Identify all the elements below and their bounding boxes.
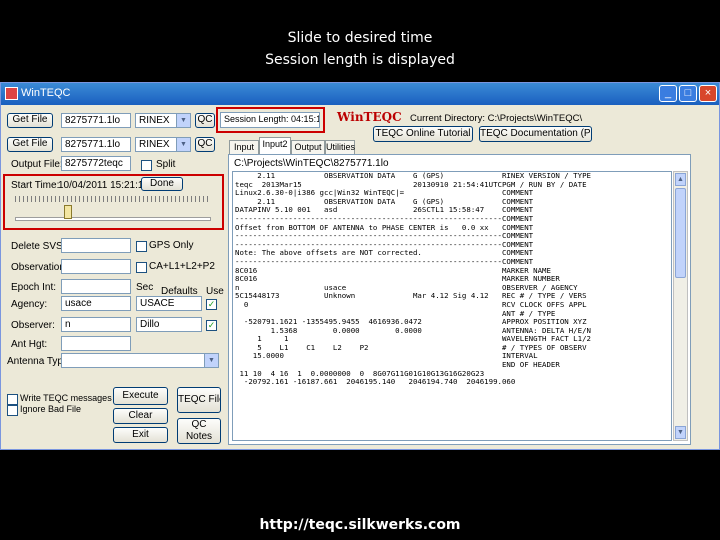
split-label: Split [156, 159, 176, 170]
clear-button[interactable]: Clear [113, 408, 168, 424]
exit-button[interactable]: Exit [113, 427, 168, 443]
tab-output[interactable]: Output [291, 140, 325, 154]
antenna-type-label: Antenna Type [7, 356, 69, 367]
observations-checkbox[interactable] [136, 262, 147, 273]
ant-hgt-field[interactable] [61, 336, 131, 351]
qc-button-2[interactable]: QC [195, 137, 215, 152]
scrollbar-thumb[interactable] [675, 188, 686, 278]
get-file-path-field[interactable]: 8275771.1lo [61, 113, 131, 128]
start-time-value: 10/04/2011 15:21:15 [58, 180, 150, 191]
observer-use-checkbox[interactable]: ✓ [206, 320, 217, 331]
l1l2-label: CA+L1+L2+P2 [149, 261, 215, 272]
footer-url[interactable]: http://teqc.silkwerks.com [0, 517, 720, 533]
write-teqc-label: Write TEQC messages [20, 393, 112, 403]
agency-default-field[interactable]: USACE [136, 296, 202, 311]
execute-button[interactable]: Execute [113, 387, 168, 405]
maximize-button[interactable]: □ [679, 85, 697, 102]
vertical-scrollbar[interactable]: ▲ ▼ [673, 171, 688, 441]
title-bar: WinTEQC _ □ × [1, 83, 719, 105]
qc-button-1[interactable]: QC [195, 113, 215, 128]
get-file-format-select[interactable]: RINEX ▼ [135, 113, 191, 128]
slider-ticks [15, 196, 211, 202]
output-file-label: Output File: [11, 159, 63, 170]
get-file2-format-value: RINEX [139, 139, 170, 150]
sec-label: Sec [136, 282, 154, 293]
documentation-button[interactable]: TEQC Documentation (PDF) [479, 126, 592, 142]
get-file2-format-select[interactable]: RINEX ▼ [135, 137, 191, 152]
output-file-field[interactable]: 8275772teqc [61, 156, 131, 171]
observations-field[interactable] [61, 259, 131, 274]
chevron-down-icon: ▼ [176, 138, 190, 151]
observer-label: Observer: [11, 320, 55, 331]
agency-use-checkbox[interactable]: ✓ [206, 299, 217, 310]
done-button[interactable]: Done [141, 177, 183, 191]
delete-svs-field[interactable] [61, 238, 131, 253]
ignore-bad-label: Ignore Bad File [20, 404, 82, 414]
tab-input2[interactable]: Input2 [259, 137, 291, 154]
teqc-file-button[interactable]: TEQC File [177, 387, 221, 413]
observer-field[interactable]: n [61, 317, 131, 332]
start-time-label: Start Time: [11, 180, 60, 191]
app-icon [5, 87, 18, 100]
online-tutorial-button[interactable]: TEQC Online Tutorial [373, 126, 473, 142]
ant-hgt-label: Ant Hgt: [11, 339, 48, 350]
tab-input[interactable]: Input [229, 140, 259, 154]
ignore-bad-checkbox[interactable] [7, 405, 18, 416]
file-content-panel: C:\Projects\WinTEQC\8275771.1lo 2.11 OBS… [228, 154, 691, 445]
get-file-button[interactable]: Get File [7, 113, 53, 128]
current-directory: Current Directory: C:\Projects\WinTEQC\ [410, 113, 583, 124]
window-title: WinTEQC [21, 87, 71, 99]
agency-field[interactable]: usace [61, 296, 131, 311]
delete-svs-label: Delete SVS: [11, 241, 66, 252]
antenna-type-select[interactable]: ▼ [61, 353, 219, 368]
write-teqc-checkbox[interactable] [7, 394, 18, 405]
time-slider-handle[interactable] [64, 205, 72, 219]
use-label: Use [206, 286, 224, 297]
gps-only-checkbox[interactable] [136, 241, 147, 252]
epoch-int-field[interactable] [61, 279, 131, 294]
scroll-down-icon[interactable]: ▼ [675, 426, 686, 439]
get-file2-button[interactable]: Get File [7, 137, 53, 152]
file-content-textarea[interactable]: 2.11 OBSERVATION DATA G (GPS) RINEX VERS… [232, 171, 672, 441]
app-window: WinTEQC _ □ × Get File 8275771.1lo RINEX… [0, 82, 720, 450]
minimize-button[interactable]: _ [659, 85, 677, 102]
file-path-label: C:\Projects\WinTEQC\8275771.1lo [234, 158, 389, 169]
session-length-field: Session Length: 04:15:15 [220, 112, 320, 128]
qc-notes-button[interactable]: QC Notes [177, 418, 221, 444]
app-logo: WinTEQC [337, 110, 402, 124]
agency-label: Agency: [11, 299, 48, 310]
chevron-down-icon: ▼ [204, 354, 218, 367]
scroll-up-icon[interactable]: ▲ [675, 173, 686, 186]
observer-default-field[interactable]: Dillo [136, 317, 202, 332]
chevron-down-icon: ▼ [176, 114, 190, 127]
caption-slide: Slide to desired time [287, 30, 433, 46]
split-checkbox[interactable] [141, 160, 152, 171]
time-slider-track[interactable] [15, 217, 211, 221]
caption-session: Session length is displayed [265, 52, 455, 68]
tab-utilities[interactable]: Utilities [325, 140, 355, 154]
gps-only-label: GPS Only [149, 240, 194, 251]
get-file-format-value: RINEX [139, 115, 170, 126]
close-button[interactable]: × [699, 85, 717, 102]
epoch-int-label: Epoch Int: [11, 282, 57, 293]
get-file2-path-field[interactable]: 8275771.1lo [61, 137, 131, 152]
